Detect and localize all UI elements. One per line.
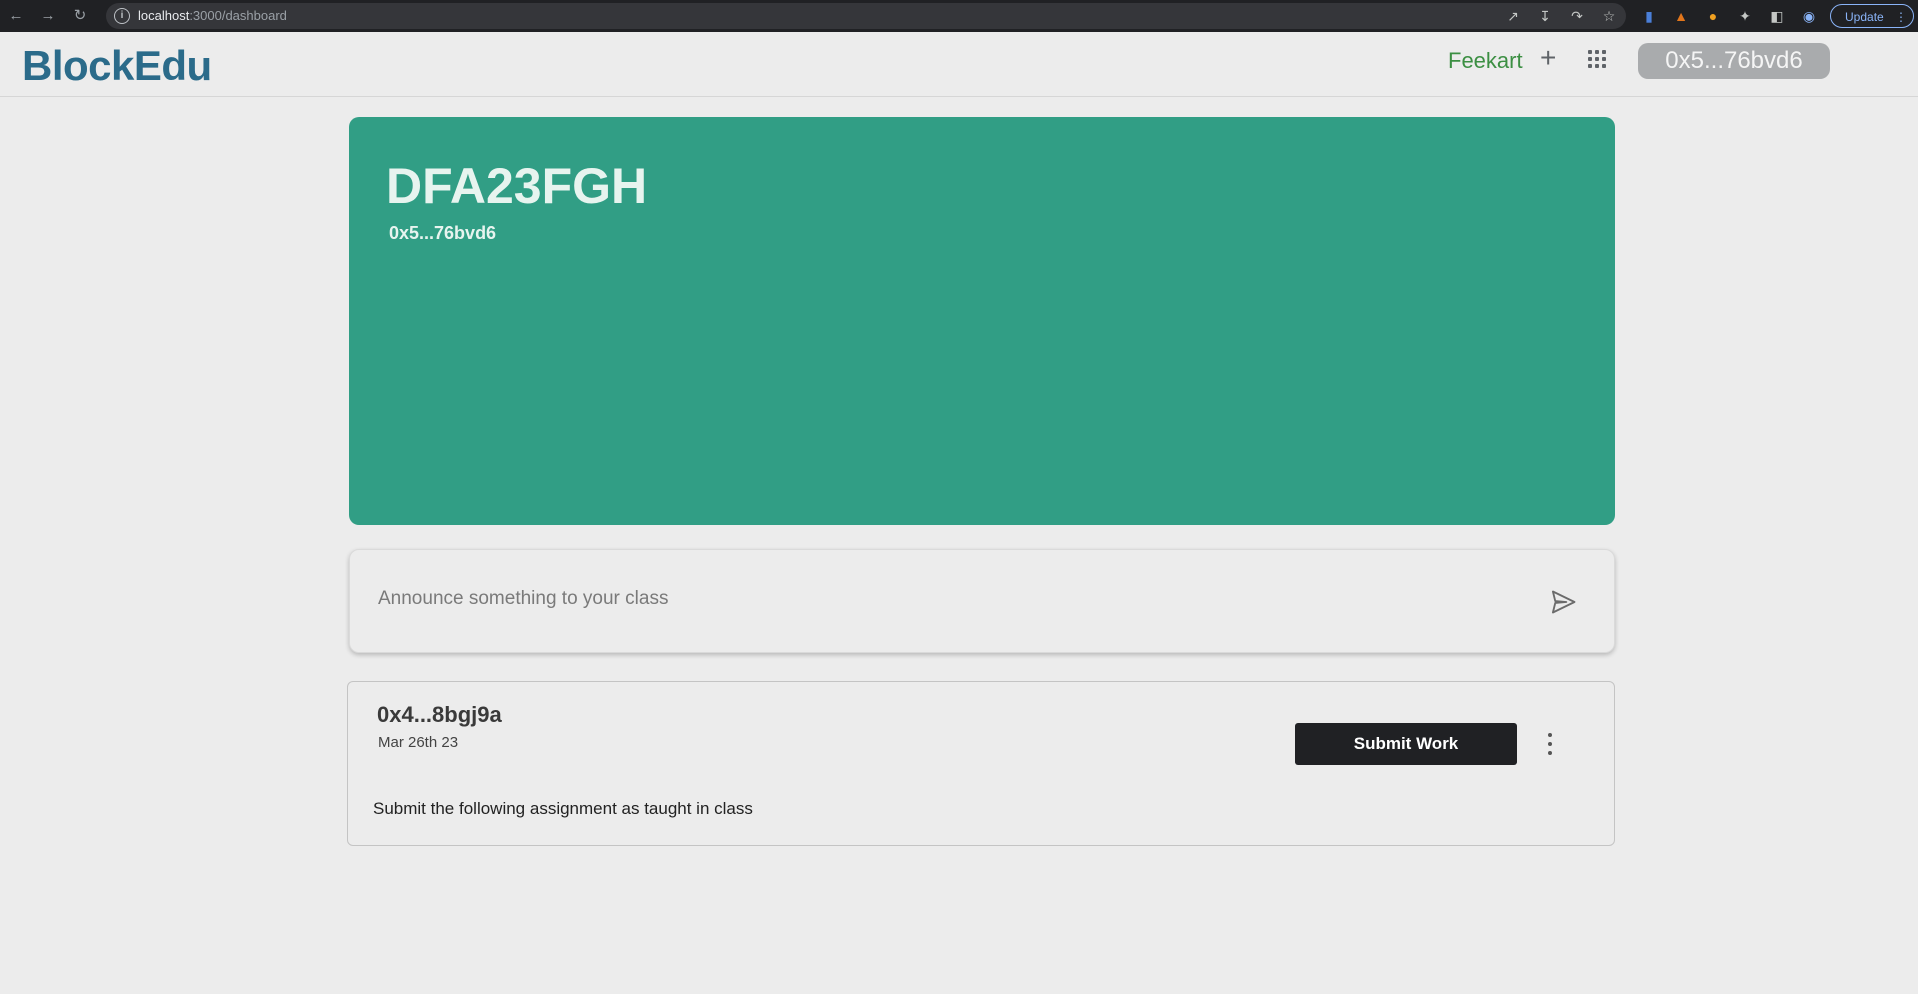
update-label: Update — [1845, 10, 1884, 24]
more-vert-icon[interactable] — [1543, 733, 1557, 755]
menu-dots-icon: ⋮ — [1895, 10, 1907, 24]
reload-icon[interactable]: ↻ — [70, 6, 90, 26]
address-bar[interactable]: i localhost:3000/dashboard — [106, 3, 1626, 29]
assignment-post: 0x4...8bgj9a Mar 26th 23 Submit Work Sub… — [347, 681, 1615, 846]
app-logo[interactable]: BlockEdu — [22, 42, 212, 90]
extension-flame-icon[interactable]: ● — [1704, 7, 1722, 25]
back-icon[interactable]: ← — [6, 6, 26, 26]
send-icon[interactable] — [1548, 588, 1580, 616]
side-panel-icon[interactable]: ◧ — [1768, 7, 1786, 25]
apps-grid-icon[interactable] — [1588, 50, 1606, 68]
account-button[interactable]: 0x5...76bvd6 — [1638, 43, 1830, 79]
class-owner: 0x5...76bvd6 — [389, 223, 497, 243]
url-path: :3000/dashboard — [189, 8, 287, 23]
open-external-icon[interactable]: ↗ — [1504, 7, 1522, 25]
post-author: 0x4...8bgj9a — [377, 702, 502, 727]
address-url: localhost:3000/dashboard — [138, 8, 287, 23]
site-info-icon[interactable]: i — [114, 8, 130, 24]
add-class-button[interactable]: + — [1540, 42, 1556, 74]
share-icon[interactable]: ↷ — [1568, 7, 1586, 25]
user-name: Feekart — [1448, 48, 1523, 73]
extension-doc-icon[interactable]: ▮ — [1640, 7, 1658, 25]
extensions-puzzle-icon[interactable]: ✦ — [1736, 7, 1754, 25]
browser-toolbar: ← → ↻ i localhost:3000/dashboard ↗ ↧ ↷ ☆… — [0, 0, 1918, 32]
post-text: Submit the following assignment as taugh… — [373, 799, 753, 818]
update-button[interactable]: Update ⋮ — [1830, 4, 1914, 28]
class-code: DFA23FGH — [386, 158, 648, 214]
announce-input[interactable] — [376, 580, 1530, 618]
announce-box — [349, 549, 1615, 653]
app-header: BlockEdu Feekart + 0x5...76bvd6 — [0, 32, 1918, 97]
url-host: localhost — [138, 8, 190, 23]
bookmark-star-icon[interactable]: ☆ — [1600, 7, 1618, 25]
install-icon[interactable]: ↧ — [1536, 7, 1554, 25]
metamask-icon[interactable]: ▲ — [1672, 7, 1690, 25]
profile-avatar-icon[interactable]: ◉ — [1800, 7, 1818, 25]
submit-work-button[interactable]: Submit Work — [1295, 723, 1517, 765]
forward-icon[interactable]: → — [38, 6, 58, 26]
class-banner: DFA23FGH 0x5...76bvd6 — [349, 117, 1615, 525]
post-date: Mar 26th 23 — [378, 734, 459, 751]
